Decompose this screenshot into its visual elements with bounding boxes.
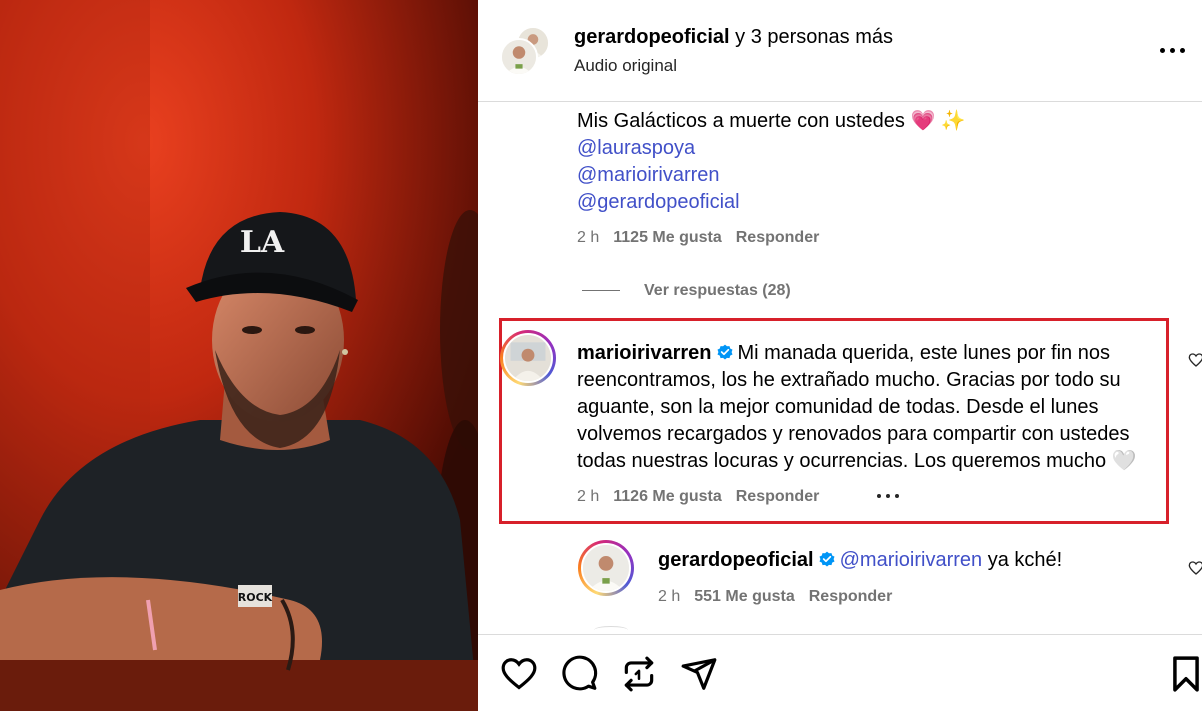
comment-likes[interactable]: 551 Me gusta: [694, 588, 794, 605]
reply-button[interactable]: Responder: [736, 229, 820, 246]
more-dot: [1170, 48, 1175, 53]
avatar-image: [583, 545, 629, 591]
next-comment-avatar: [594, 626, 628, 634]
reply-comment: gerardopeoficial @marioirivarren ya kché!: [658, 547, 1178, 574]
comment-button[interactable]: [560, 655, 598, 693]
save-button[interactable]: [1170, 655, 1202, 693]
caption-meta: 2 h 1125 Me gusta Responder: [577, 229, 819, 247]
comment-time[interactable]: 2 h: [577, 229, 599, 246]
post-photo-art: LA ROCK: [0, 0, 478, 711]
action-bar: [478, 634, 1202, 711]
reply-button[interactable]: Responder: [736, 488, 820, 505]
verified-badge-icon: [717, 344, 733, 360]
highlighted-comment-meta: 2 h 1126 Me gusta Responder: [577, 488, 819, 506]
mention-link[interactable]: @marioirivarren: [840, 549, 983, 571]
avatar-image: [505, 335, 551, 381]
comment-likes[interactable]: 1125 Me gusta: [613, 229, 722, 246]
share-button[interactable]: [680, 655, 718, 693]
post-photo[interactable]: LA ROCK: [0, 0, 478, 711]
post-header: gerardopeoficial y 3 personas más Audio …: [478, 0, 1202, 102]
like-comment-heart-icon[interactable]: [1188, 352, 1202, 368]
highlighted-comment: marioirivarren Mi manada querida, este lu…: [577, 340, 1167, 475]
verified-badge-icon: [819, 551, 835, 567]
replies-divider: [582, 290, 620, 292]
comment-time[interactable]: 2 h: [577, 488, 599, 505]
header-title: gerardopeoficial y 3 personas más: [574, 26, 893, 49]
heart-icon: [501, 658, 537, 690]
collab-avatar-primary: [500, 38, 538, 76]
mention-link[interactable]: @marioirivarren: [577, 162, 1137, 189]
reply-button[interactable]: Responder: [809, 588, 893, 605]
repost-button[interactable]: [620, 655, 658, 693]
comment-icon: [562, 655, 598, 691]
audio-label[interactable]: Audio original: [574, 56, 677, 76]
comment-username[interactable]: gerardopeoficial: [658, 549, 814, 571]
header-username[interactable]: gerardopeoficial: [574, 26, 730, 48]
comment-time[interactable]: 2 h: [658, 588, 680, 605]
comment-options-button[interactable]: [876, 488, 902, 502]
view-replies-label: Ver respuestas (28): [644, 282, 791, 299]
like-button[interactable]: [500, 655, 538, 693]
comment-likes[interactable]: 1126 Me gusta: [613, 488, 722, 505]
cap-logo: LA: [240, 225, 285, 260]
comment-body: ya kché!: [982, 549, 1063, 571]
send-icon: [681, 658, 717, 690]
reply-commenter-avatar[interactable]: [578, 540, 634, 596]
more-options-button[interactable]: [1158, 38, 1188, 62]
reply-comment-meta: 2 h 551 Me gusta Responder: [658, 588, 892, 606]
caption-text: Mis Galácticos a muerte con ustedes 💗 ✨: [577, 110, 966, 132]
mention-link[interactable]: @gerardopeoficial: [577, 189, 1137, 216]
commenter-avatar[interactable]: [500, 330, 556, 386]
more-dot: [1160, 48, 1165, 53]
mention-link[interactable]: @lauraspoya: [577, 135, 1137, 162]
bookmark-icon: [1173, 656, 1199, 692]
repost-icon: [624, 656, 654, 692]
comment-username[interactable]: marioirivarren: [577, 342, 712, 364]
post-panel: gerardopeoficial y 3 personas más Audio …: [478, 0, 1202, 711]
view-replies-button[interactable]: Ver respuestas (28): [582, 282, 791, 300]
collab-avatars[interactable]: [500, 26, 552, 76]
like-comment-heart-icon[interactable]: [1188, 560, 1202, 576]
header-collab-suffix[interactable]: y 3 personas más: [730, 26, 893, 48]
shirt-tag: ROCK: [238, 591, 273, 604]
more-dot: [1180, 48, 1185, 53]
caption-comment: Mis Galácticos a muerte con ustedes 💗 ✨ …: [577, 108, 1137, 216]
